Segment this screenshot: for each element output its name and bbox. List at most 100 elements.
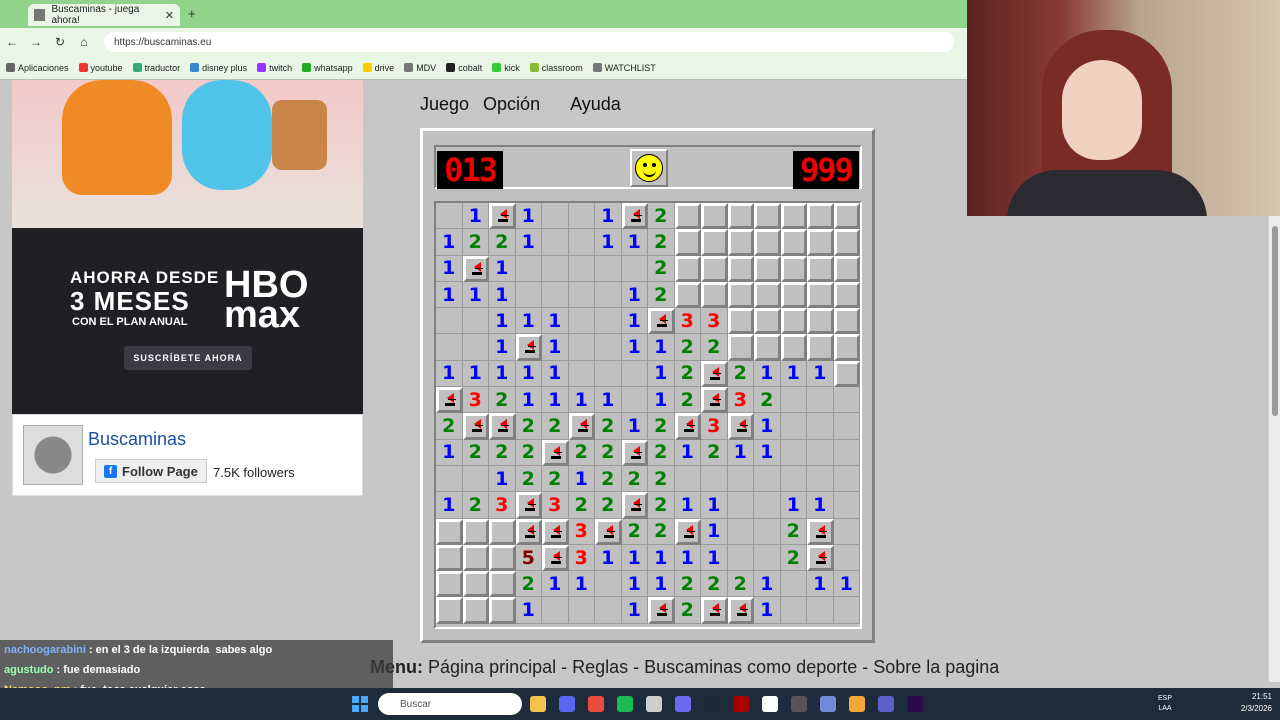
number-cell[interactable]: 2 [674,334,701,361]
empty-cell[interactable] [595,334,622,361]
empty-cell[interactable] [568,229,595,256]
ad-subscribe-button[interactable]: SUSCRÍBETE AHORA [124,346,252,370]
number-cell[interactable]: 2 [701,439,728,466]
number-cell[interactable]: 2 [754,387,781,414]
empty-cell[interactable] [595,597,622,624]
flagged-cell[interactable] [515,492,542,519]
windows-start-icon[interactable] [352,696,368,712]
number-cell[interactable]: 2 [621,518,648,545]
number-cell[interactable]: 1 [701,544,728,572]
empty-cell[interactable] [833,387,860,414]
number-cell[interactable]: 1 [701,518,728,545]
number-cell[interactable]: 3 [462,387,489,414]
empty-cell[interactable] [727,492,754,519]
footer-links[interactable]: Página principal - Reglas - Buscaminas c… [428,657,999,677]
empty-cell[interactable] [436,308,463,335]
unrevealed-cell[interactable] [807,281,834,309]
number-cell[interactable]: 2 [515,465,542,493]
flagged-cell[interactable] [489,413,516,440]
teams-icon[interactable] [878,696,894,712]
empty-cell[interactable] [436,203,463,230]
unrevealed-cell[interactable] [754,334,781,361]
unrevealed-cell[interactable] [727,308,754,335]
number-cell[interactable]: 1 [542,387,569,414]
empty-cell[interactable] [542,597,569,624]
number-cell[interactable]: 2 [515,413,542,440]
number-cell[interactable]: 1 [595,387,622,414]
flagged-cell[interactable] [542,439,569,466]
empty-cell[interactable] [780,413,807,440]
app-icon[interactable] [849,696,865,712]
number-cell[interactable]: 1 [489,360,516,388]
number-cell[interactable]: 2 [727,360,754,388]
unrevealed-cell[interactable] [807,229,834,256]
unrevealed-cell[interactable] [780,281,807,309]
number-cell[interactable]: 1 [674,492,701,519]
number-cell[interactable]: 2 [436,413,463,440]
flagged-cell[interactable] [727,597,754,624]
number-cell[interactable]: 2 [595,465,622,493]
empty-cell[interactable] [568,334,595,361]
empty-cell[interactable] [621,255,648,282]
flagged-cell[interactable] [727,413,754,440]
tab-buscaminas[interactable]: Buscaminas - juega ahora! ✕ [28,4,180,26]
unrevealed-cell[interactable] [754,281,781,309]
unrevealed-cell[interactable] [436,518,463,545]
number-cell[interactable]: 1 [621,413,648,440]
number-cell[interactable]: 1 [489,334,516,361]
bookmark-item[interactable]: cobalt [446,63,482,73]
number-cell[interactable]: 1 [621,597,648,624]
taskbar-search-input[interactable]: Buscar [378,693,522,715]
menu-opcion[interactable]: Opción [483,94,540,115]
number-cell[interactable]: 1 [568,387,595,414]
forward-icon[interactable]: → [24,35,48,49]
reset-face-button[interactable] [630,149,668,187]
flagged-cell[interactable] [621,203,648,230]
unrevealed-cell[interactable] [436,571,463,598]
number-cell[interactable]: 1 [727,439,754,466]
number-cell[interactable]: 2 [674,571,701,598]
number-cell[interactable]: 2 [648,518,675,545]
flagged-cell[interactable] [701,597,728,624]
unrevealed-cell[interactable] [780,203,807,230]
number-cell[interactable]: 1 [436,229,463,256]
unrevealed-cell[interactable] [701,281,728,309]
number-cell[interactable]: 1 [621,229,648,256]
number-cell[interactable]: 2 [674,597,701,624]
unrevealed-cell[interactable] [674,229,701,256]
flagged-cell[interactable] [701,387,728,414]
unrevealed-cell[interactable] [727,334,754,361]
number-cell[interactable]: 1 [648,334,675,361]
number-cell[interactable]: 1 [542,308,569,335]
flagged-cell[interactable] [701,360,728,388]
number-cell[interactable]: 2 [462,439,489,466]
empty-cell[interactable] [462,334,489,361]
bookmark-item[interactable]: twitch [257,63,292,73]
chat-username[interactable]: agustudo [4,664,54,676]
number-cell[interactable]: 2 [462,229,489,256]
close-tab-icon[interactable]: ✕ [165,9,174,22]
hbo-max-ad[interactable]: AHORRA DESDE 3 MESES CON EL PLAN ANUAL H… [12,80,363,414]
flagged-cell[interactable] [807,518,834,545]
number-cell[interactable]: 1 [621,281,648,309]
number-cell[interactable]: 2 [489,387,516,414]
empty-cell[interactable] [780,439,807,466]
page-avatar[interactable] [23,425,83,485]
unrevealed-cell[interactable] [807,334,834,361]
unrevealed-cell[interactable] [833,281,860,309]
number-cell[interactable]: 1 [515,229,542,256]
number-cell[interactable]: 1 [489,308,516,335]
file-explorer-icon[interactable] [530,696,546,712]
bookmark-item[interactable]: traductor [132,63,180,73]
number-cell[interactable]: 2 [595,413,622,440]
number-cell[interactable]: 1 [754,571,781,598]
number-cell[interactable]: 1 [833,571,860,598]
number-cell[interactable]: 1 [515,387,542,414]
number-cell[interactable]: 2 [648,203,675,230]
unrevealed-cell[interactable] [727,255,754,282]
unrevealed-cell[interactable] [754,229,781,256]
number-cell[interactable]: 1 [621,571,648,598]
empty-cell[interactable] [833,597,860,624]
number-cell[interactable]: 1 [489,465,516,493]
number-cell[interactable]: 5 [515,544,542,572]
